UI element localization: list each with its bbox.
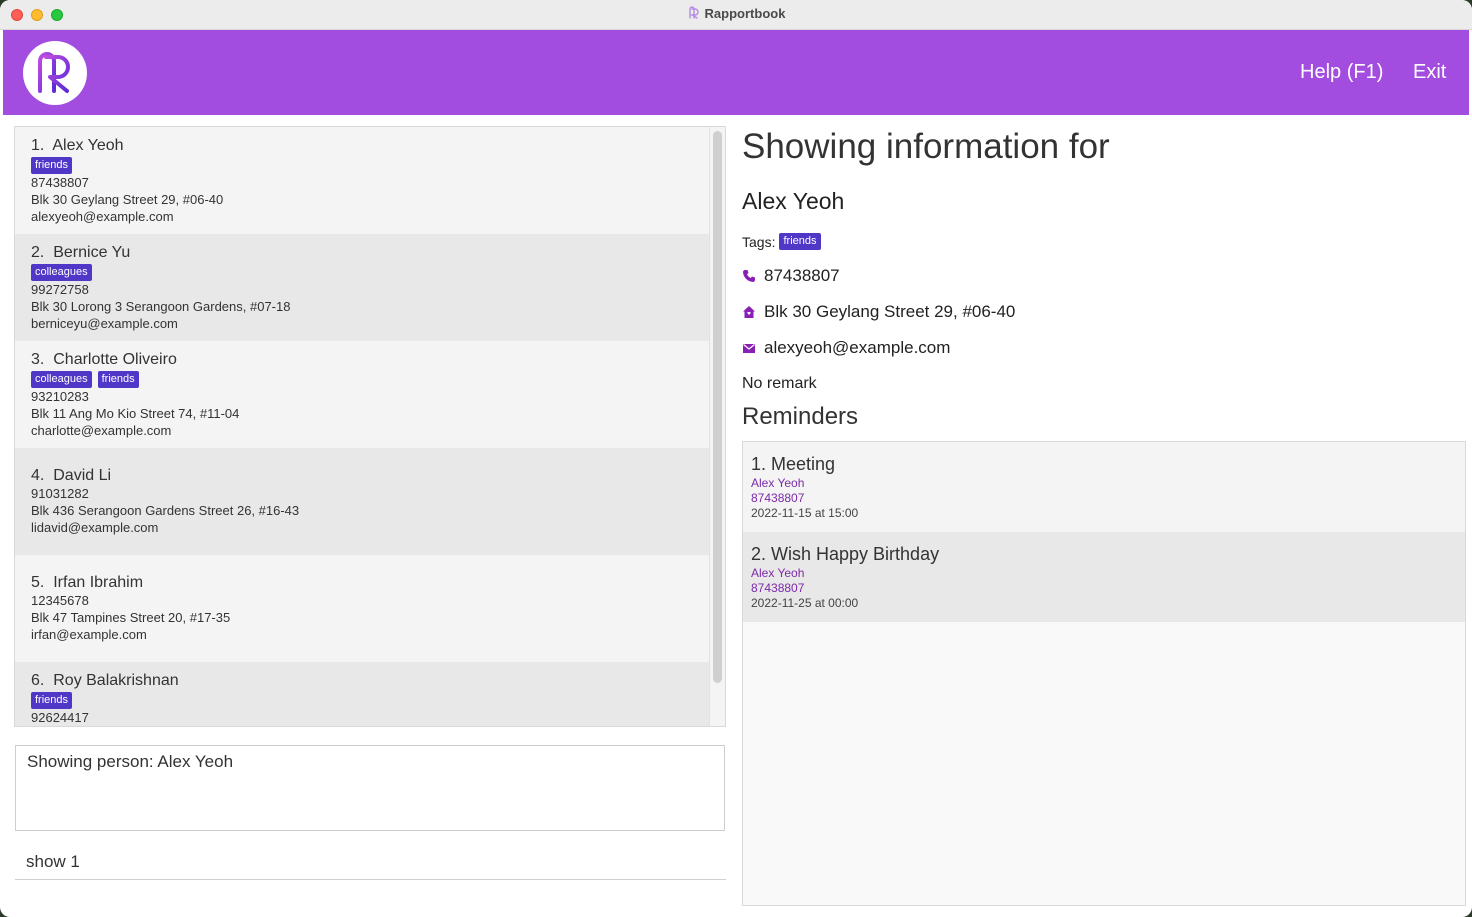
detail-phone: 87438807 xyxy=(764,266,840,285)
detail-address: Blk 30 Geylang Street 29, #06-40 xyxy=(764,302,1016,321)
detail-remark: No remark xyxy=(742,375,817,392)
person-phone: 12345678 xyxy=(31,593,89,608)
tag: colleagues xyxy=(31,371,92,388)
person-list[interactable]: 1. Alex Yeoh friends 87438807 Blk 30 Gey… xyxy=(14,126,726,727)
list-scrollbar[interactable] xyxy=(709,127,725,726)
reminder-phone: 87438807 xyxy=(751,491,805,505)
person-index: 6. xyxy=(31,672,45,689)
person-index: 1. xyxy=(31,137,45,154)
app-window: Rapportbook Help (F1) Exit 1. Alex Yeoh … xyxy=(0,0,1472,917)
list-scrollbar-thumb[interactable] xyxy=(713,131,722,683)
detail-address-row: Blk 30 Geylang Street 29, #06-40 xyxy=(742,302,1015,322)
tag: friends xyxy=(31,692,73,709)
person-email: lidavid@example.com xyxy=(31,520,159,535)
detail-person-name: Alex Yeoh xyxy=(742,188,845,214)
tag: friends xyxy=(97,371,139,388)
person-card[interactable]: 2. Bernice Yu colleagues 99272758 Blk 30… xyxy=(15,234,709,341)
person-index: 3. xyxy=(31,351,45,368)
person-name-row: 4. David Li xyxy=(31,467,111,485)
person-name-row: 1. Alex Yeoh xyxy=(31,137,124,155)
person-index: 2. xyxy=(31,244,45,261)
title-bar: Rapportbook xyxy=(0,0,1472,30)
person-tags: friends xyxy=(31,692,73,709)
person-address: Blk 436 Serangoon Gardens Street 26, #16… xyxy=(31,503,300,518)
person-email: irfan@example.com xyxy=(31,627,147,642)
reminder-title: 1. Meeting xyxy=(751,454,836,474)
person-tags: colleagues friends xyxy=(31,371,139,388)
person-index: 4. xyxy=(31,467,45,484)
reminder-card[interactable]: 1. Meeting Alex Yeoh 87438807 2022-11-15… xyxy=(743,442,1465,532)
person-email: alexyeoh@example.com xyxy=(31,209,174,224)
exit-menu[interactable]: Exit xyxy=(1413,61,1446,84)
reminder-card[interactable]: 2. Wish Happy Birthday Alex Yeoh 8743880… xyxy=(743,532,1465,622)
person-card[interactable]: 1. Alex Yeoh friends 87438807 Blk 30 Gey… xyxy=(15,127,709,234)
tag: friends xyxy=(31,157,73,174)
detail-heading: Showing information for xyxy=(742,127,1110,166)
person-phone: 99272758 xyxy=(31,282,89,297)
person-address: Blk 30 Geylang Street 29, #06-40 xyxy=(31,192,224,207)
person-name: Charlotte Oliveiro xyxy=(53,351,177,368)
phone-icon xyxy=(743,270,755,282)
reminder-list[interactable]: 1. Meeting Alex Yeoh 87438807 2022-11-15… xyxy=(742,441,1466,906)
person-index: 5. xyxy=(31,574,45,591)
detail-email-row: alexyeoh@example.com xyxy=(742,338,950,358)
reminder-person: Alex Yeoh xyxy=(751,476,805,490)
person-name-row: 3. Charlotte Oliveiro xyxy=(31,351,177,369)
person-address: Blk 30 Lorong 3 Serangoon Gardens, #07-1… xyxy=(31,299,291,314)
tag: friends xyxy=(779,233,821,250)
person-name: David Li xyxy=(53,467,112,484)
reminder-phone: 87438807 xyxy=(751,581,805,595)
result-text: Showing person: Alex Yeoh xyxy=(27,752,234,771)
window-title: Rapportbook xyxy=(704,6,786,21)
detail-phone-row: 87438807 xyxy=(742,266,840,286)
person-name-row: 2. Bernice Yu xyxy=(31,244,130,262)
person-card[interactable]: 5. Irfan Ibrahim 12345678 Blk 47 Tampine… xyxy=(15,555,709,662)
person-card[interactable]: 6. Roy Balakrishnan friends 92624417 xyxy=(15,662,709,726)
person-card[interactable]: 4. David Li 91031282 Blk 436 Serangoon G… xyxy=(15,448,709,555)
command-input[interactable] xyxy=(15,845,726,879)
detail-email: alexyeoh@example.com xyxy=(764,338,951,357)
person-email: berniceyu@example.com xyxy=(31,316,178,331)
person-tags: colleagues xyxy=(31,264,92,281)
app-header: Help (F1) Exit xyxy=(3,30,1469,115)
app-icon xyxy=(688,6,699,19)
reminder-person: Alex Yeoh xyxy=(751,566,805,580)
person-tags: friends xyxy=(31,157,73,174)
reminders-heading: Reminders xyxy=(742,403,859,430)
person-phone: 92624417 xyxy=(31,710,89,725)
person-phone: 87438807 xyxy=(31,175,89,190)
person-address: Blk 47 Tampines Street 20, #17-35 xyxy=(31,610,231,625)
reminder-title: 2. Wish Happy Birthday xyxy=(751,544,940,564)
person-name-row: 5. Irfan Ibrahim xyxy=(31,574,143,592)
home-icon xyxy=(743,306,755,318)
person-email: charlotte@example.com xyxy=(31,423,172,438)
person-name-row: 6. Roy Balakrishnan xyxy=(31,672,179,690)
person-name: Irfan Ibrahim xyxy=(53,574,144,591)
person-phone: 91031282 xyxy=(31,486,89,501)
person-name: Bernice Yu xyxy=(53,244,131,261)
window-title-group: Rapportbook xyxy=(0,6,1472,21)
app-logo xyxy=(23,41,87,105)
rapportbook-logo-icon xyxy=(38,52,70,93)
person-address: Blk 11 Ang Mo Kio Street 74, #11-04 xyxy=(31,406,240,421)
result-display: Showing person: Alex Yeoh xyxy=(15,745,725,831)
person-name: Roy Balakrishnan xyxy=(53,672,179,689)
person-name: Alex Yeoh xyxy=(52,137,124,154)
command-box xyxy=(15,845,726,880)
detail-tags: Tags: friends xyxy=(742,233,821,250)
detail-tags-label: Tags: xyxy=(742,233,776,250)
envelope-icon xyxy=(743,344,755,353)
help-menu[interactable]: Help (F1) xyxy=(1300,61,1383,84)
person-card[interactable]: 3. Charlotte Oliveiro colleagues friends… xyxy=(15,341,709,448)
person-phone: 93210283 xyxy=(31,389,89,404)
reminder-datetime: 2022-11-25 at 00:00 xyxy=(751,596,859,610)
tag: colleagues xyxy=(31,264,92,281)
reminder-datetime: 2022-11-15 at 15:00 xyxy=(751,506,859,520)
